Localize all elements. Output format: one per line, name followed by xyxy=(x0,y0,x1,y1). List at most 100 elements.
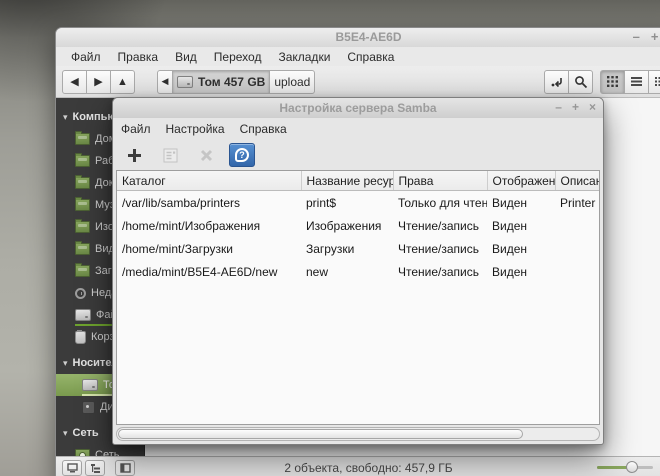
compact-view-button[interactable] xyxy=(648,70,660,94)
cell-path: /home/mint/Загрузки xyxy=(117,237,301,260)
compact-view-icon xyxy=(654,75,660,88)
dialog-titlebar[interactable]: Настройка сервера Samba – + × xyxy=(113,98,603,118)
dialog-menu-item-1[interactable]: Настройка xyxy=(166,122,225,136)
forward-button[interactable]: ▶ xyxy=(86,70,111,94)
cell-description xyxy=(555,237,600,260)
videos-folder-icon xyxy=(75,243,90,255)
recent-icon xyxy=(75,288,86,299)
column-header-0[interactable]: Каталог xyxy=(117,171,301,191)
main-menu-item-4[interactable]: Закладки xyxy=(278,50,330,64)
window-titlebar[interactable]: B5E4-AE6D – + × xyxy=(56,28,660,47)
cell-rights: Чтение/запись xyxy=(393,260,487,283)
breadcrumb: ◀ Том 457 GB upload xyxy=(157,70,315,94)
cell-path: /media/mint/B5E4-AE6D/new xyxy=(117,260,301,283)
breadcrumb-segment-upload[interactable]: upload xyxy=(269,70,315,94)
search-button[interactable] xyxy=(568,70,593,94)
help-button[interactable]: ? xyxy=(229,143,255,167)
table-row[interactable]: /var/lib/samba/printersprint$Только для … xyxy=(117,191,600,215)
horizontal-scrollbar[interactable] xyxy=(116,427,600,441)
column-header-4[interactable]: Описание xyxy=(555,171,600,191)
window-title: B5E4-AE6D xyxy=(56,30,660,44)
desktop-folder-icon xyxy=(75,155,90,167)
breadcrumb-label: Том 457 GB xyxy=(198,75,265,89)
statusbar: 2 объекта, свободно: 457,9 ГБ xyxy=(56,456,660,476)
home-folder-icon xyxy=(75,133,90,145)
add-share-button[interactable] xyxy=(121,143,147,167)
collapse-triangle-icon: ▾ xyxy=(63,112,68,123)
window-controls: – + × xyxy=(633,29,660,45)
cell-share-name: Загрузки xyxy=(301,237,393,260)
cell-rights: Чтение/запись xyxy=(393,214,487,237)
cell-rights: Чтение/запись xyxy=(393,237,487,260)
zoom-slider-fill xyxy=(597,466,629,469)
shares-table-body: /var/lib/samba/printersprint$Только для … xyxy=(117,191,600,284)
shares-table-header: КаталогНазвание ресурсаПраваОтображениеО… xyxy=(117,171,600,191)
minimize-icon[interactable]: – xyxy=(633,29,640,45)
maximize-icon[interactable]: + xyxy=(572,100,579,114)
cell-path: /var/lib/samba/printers xyxy=(117,191,301,215)
volume-drive-icon xyxy=(82,379,98,391)
forward-arrow-icon: ▶ xyxy=(94,75,102,88)
main-menu-item-2[interactable]: Вид xyxy=(175,50,197,64)
documents-folder-icon xyxy=(75,177,90,189)
main-toolbar: ◀ ▶ ▲ ◀ Том 457 GB upload xyxy=(56,66,660,98)
toggle-location-entry-button[interactable] xyxy=(544,70,569,94)
filesystem-drive-icon xyxy=(75,309,91,321)
shares-table: КаталогНазвание ресурсаПраваОтображениеО… xyxy=(117,171,600,283)
table-row[interactable]: /home/mint/ИзображенияИзображенияЧтение/… xyxy=(117,214,600,237)
back-arrow-icon: ◀ xyxy=(70,75,78,88)
table-row[interactable]: /media/mint/B5E4-AE6D/newnewЧтение/запис… xyxy=(117,260,600,283)
zoom-slider[interactable] xyxy=(597,466,653,469)
delete-x-icon xyxy=(200,149,213,162)
minimize-icon[interactable]: – xyxy=(555,100,562,114)
drive-icon xyxy=(177,76,193,88)
cell-description: Printer Drivers xyxy=(555,191,600,215)
nav-button-group: ◀ ▶ ▲ xyxy=(62,70,135,94)
grid-view-button[interactable] xyxy=(600,70,625,94)
cell-rights: Только для чтения xyxy=(393,191,487,215)
maximize-icon[interactable]: + xyxy=(651,29,659,45)
cell-share-name: print$ xyxy=(301,191,393,215)
cell-description xyxy=(555,260,600,283)
main-menu-item-0[interactable]: Файл xyxy=(71,50,101,64)
list-view-button[interactable] xyxy=(624,70,649,94)
scrollbar-thumb[interactable] xyxy=(118,429,523,439)
dialog-menu-item-2[interactable]: Справка xyxy=(240,122,287,136)
breadcrumb-label: upload xyxy=(274,75,310,89)
cell-visibility: Виден xyxy=(487,260,555,283)
delete-share-button[interactable] xyxy=(193,143,219,167)
main-menu-item-1[interactable]: Правка xyxy=(118,50,159,64)
plus-icon xyxy=(127,148,142,163)
collapse-triangle-icon: ▾ xyxy=(63,358,68,369)
cell-description xyxy=(555,214,600,237)
desktop-background: B5E4-AE6D – + × Файл Правка Вид Переход Закл… xyxy=(0,0,660,476)
grid-view-icon xyxy=(606,75,619,88)
status-text: 2 объекта, свободно: 457,9 ГБ xyxy=(56,461,660,475)
column-header-3[interactable]: Отображение xyxy=(487,171,555,191)
chevron-left-icon: ◀ xyxy=(162,76,169,87)
back-button[interactable]: ◀ xyxy=(62,70,87,94)
cell-share-name: new xyxy=(301,260,393,283)
cell-path: /home/mint/Изображения xyxy=(117,214,301,237)
up-button[interactable]: ▲ xyxy=(110,70,135,94)
dialog-menubar: Файл Настройка Справка xyxy=(113,118,603,140)
dialog-menu-item-0[interactable]: Файл xyxy=(121,122,151,136)
breadcrumb-scroll-left-button[interactable]: ◀ xyxy=(157,70,173,94)
downloads-folder-icon xyxy=(75,265,90,277)
column-header-1[interactable]: Название ресурса xyxy=(301,171,393,191)
music-folder-icon xyxy=(75,199,90,211)
share-properties-button[interactable] xyxy=(157,143,183,167)
sidebar-section-label: Сеть xyxy=(73,427,99,439)
dialog-toolbar: ? xyxy=(113,140,603,170)
help-question-icon: ? xyxy=(235,148,249,162)
collapse-triangle-icon: ▾ xyxy=(63,428,68,439)
main-menubar: Файл Правка Вид Переход Закладки Справка xyxy=(56,47,660,66)
main-menu-item-5[interactable]: Справка xyxy=(347,50,394,64)
main-menu-item-3[interactable]: Переход xyxy=(214,50,262,64)
table-row[interactable]: /home/mint/ЗагрузкиЗагрузкиЧтение/запись… xyxy=(117,237,600,260)
samba-config-dialog: Настройка сервера Samba – + × Файл Настро… xyxy=(112,97,604,445)
list-view-icon xyxy=(630,75,643,88)
breadcrumb-segment-volume[interactable]: Том 457 GB xyxy=(172,70,270,94)
close-icon[interactable]: × xyxy=(589,100,596,114)
column-header-2[interactable]: Права xyxy=(393,171,487,191)
